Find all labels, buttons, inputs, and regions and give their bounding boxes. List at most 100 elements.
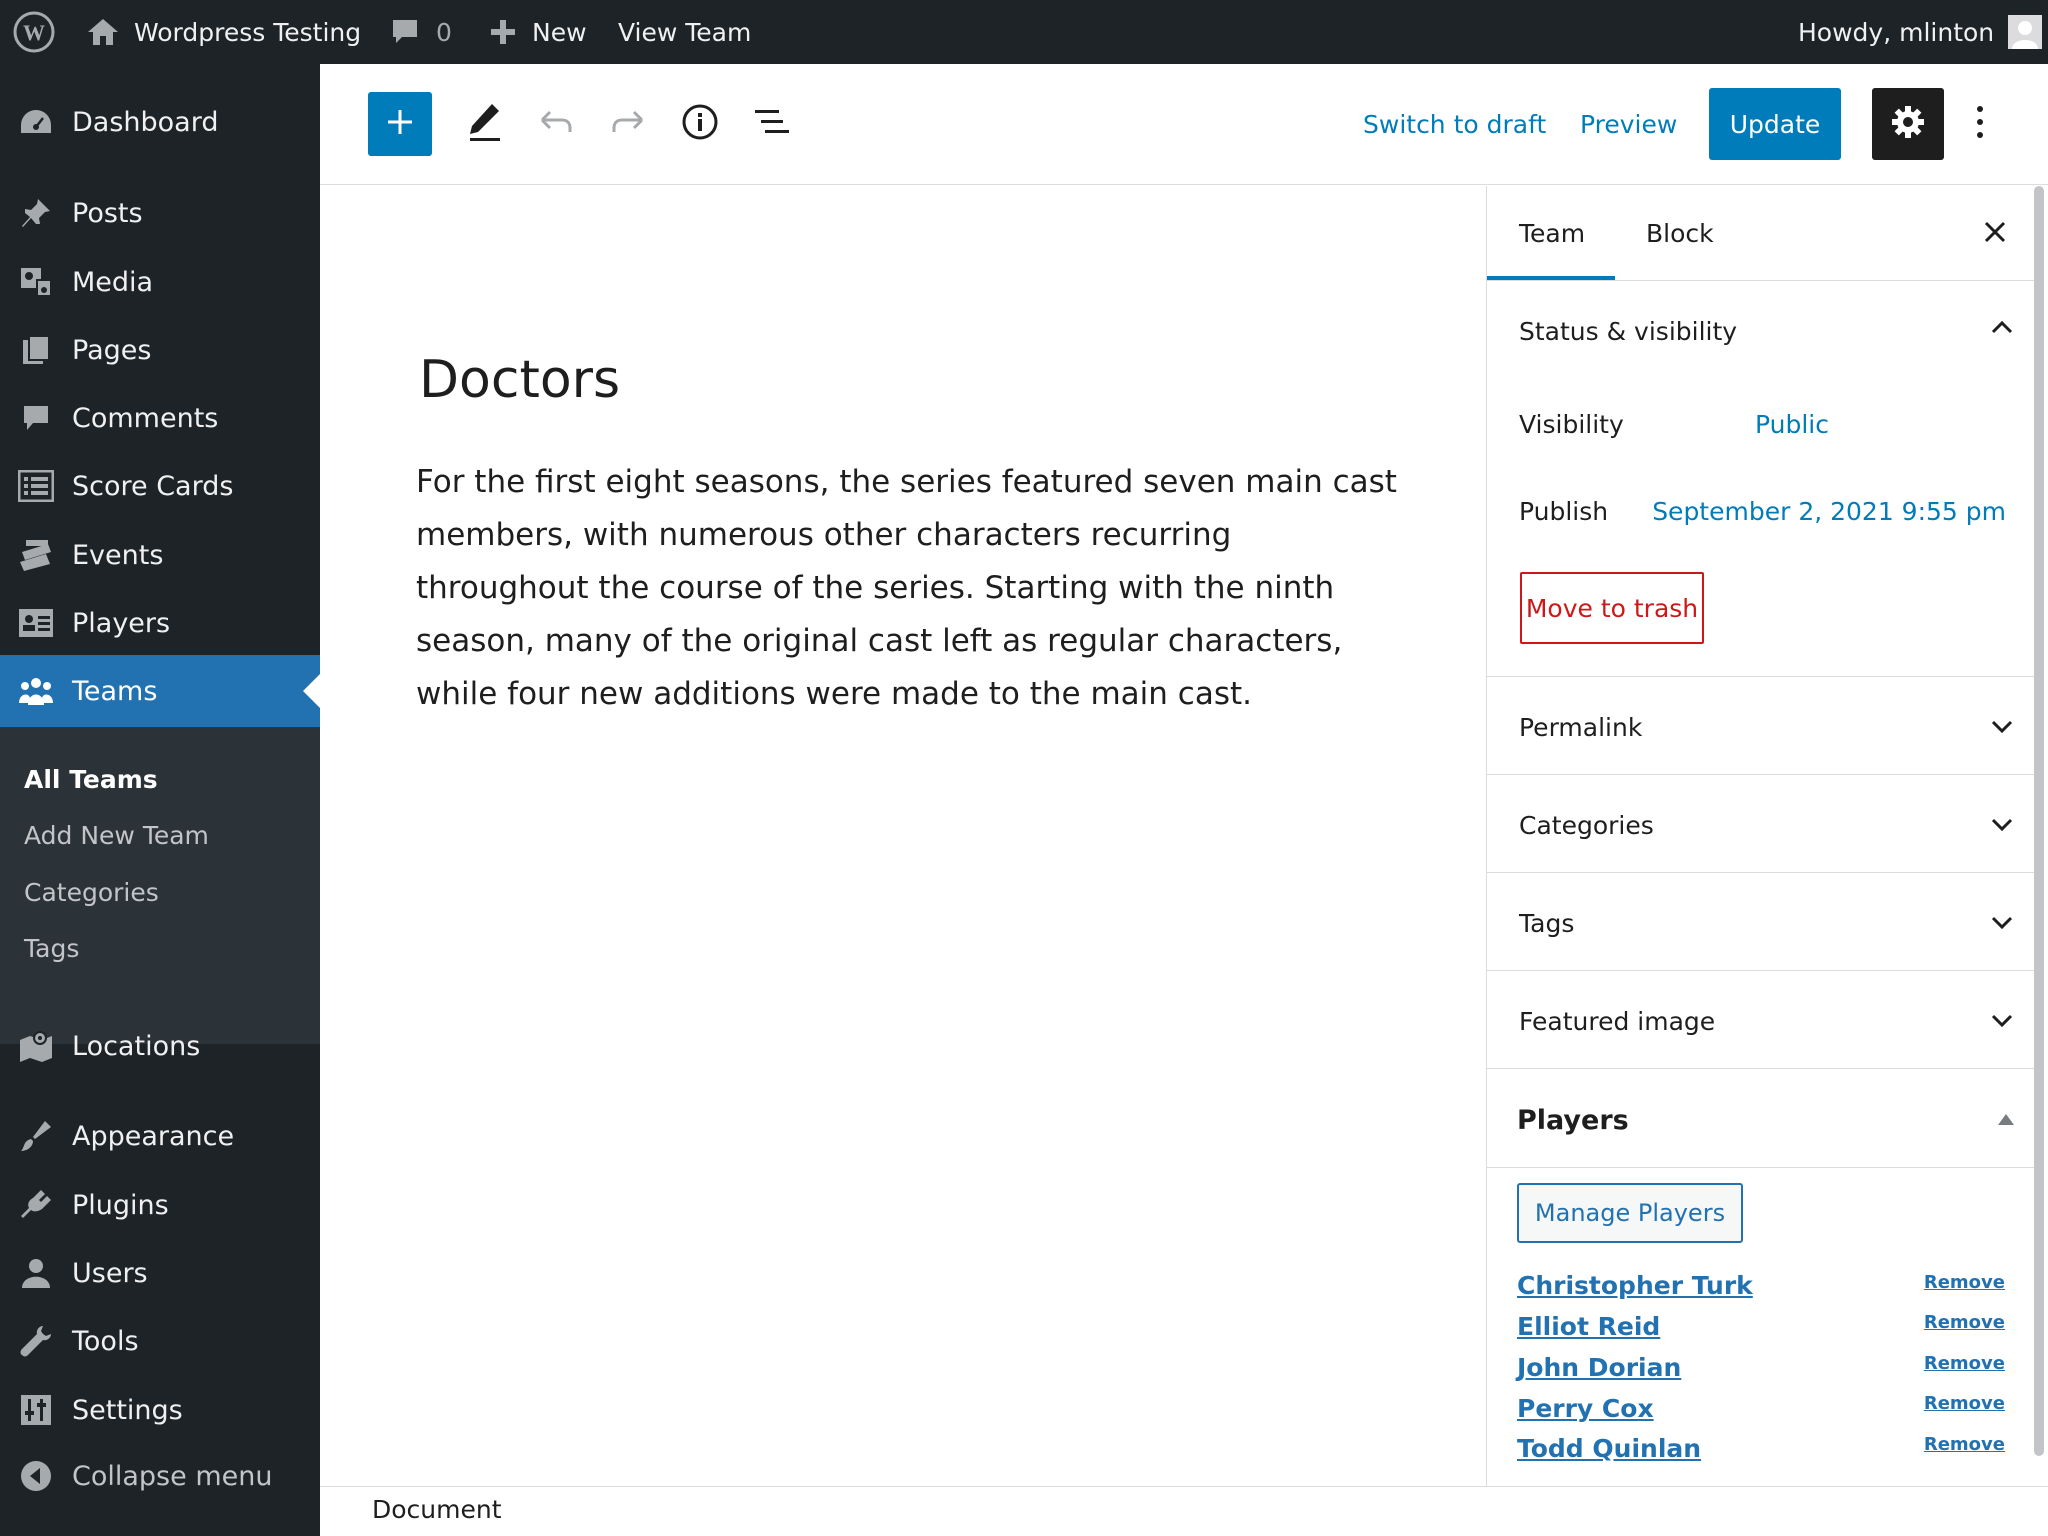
sidebar-item-plugins[interactable]: Plugins: [0, 1173, 320, 1237]
permalink-panel[interactable]: Permalink: [1487, 676, 2039, 774]
admin-sidebar: Dashboard Posts Media Pages Comments Sco…: [0, 64, 320, 1536]
collapse-menu-button[interactable]: Collapse menu: [0, 1444, 320, 1508]
remove-player-link[interactable]: Remove: [1924, 1272, 2005, 1293]
sidebar-item-appearance[interactable]: Appearance: [0, 1104, 320, 1168]
tab-team[interactable]: Team: [1519, 186, 1585, 280]
sidebar-item-tools[interactable]: Tools: [0, 1309, 320, 1373]
submenu-add-new-team[interactable]: Add New Team: [24, 821, 209, 850]
options-button[interactable]: [1960, 100, 2000, 148]
featured-image-panel[interactable]: Featured image: [1487, 970, 2039, 1068]
player-link[interactable]: Perry Cox: [1517, 1394, 1654, 1423]
triangle-up-icon: [1997, 1111, 2015, 1130]
sidebar-item-settings[interactable]: Settings: [0, 1378, 320, 1442]
editor-canvas: Doctors For the first eight seasons, the…: [320, 186, 1486, 1486]
breadcrumb[interactable]: Document: [372, 1495, 502, 1524]
sidebar-item-label: Posts: [72, 197, 143, 229]
undo-icon: [538, 108, 574, 140]
sidebar-item-players[interactable]: Players: [0, 591, 320, 655]
players-metabox-header[interactable]: Players: [1487, 1068, 2039, 1168]
sidebar-item-label: Appearance: [72, 1120, 235, 1152]
sidebar-item-score-cards[interactable]: Score Cards: [0, 454, 320, 518]
sidebar-item-dashboard[interactable]: Dashboard: [0, 90, 320, 154]
new-content-link[interactable]: New: [488, 0, 587, 64]
undo-button[interactable]: [532, 100, 580, 148]
comment-icon: [18, 400, 54, 436]
update-button[interactable]: Update: [1709, 88, 1841, 160]
sidebar-item-media[interactable]: Media: [0, 250, 320, 314]
submenu-all-teams[interactable]: All Teams: [24, 765, 158, 794]
groups-icon: [18, 673, 54, 709]
events-icon: [18, 537, 54, 573]
remove-player-link[interactable]: Remove: [1924, 1353, 2005, 1374]
sidebar-item-events[interactable]: Events: [0, 523, 320, 587]
settings-toggle-button[interactable]: [1872, 88, 1944, 160]
pin-icon: [18, 195, 54, 231]
categories-panel[interactable]: Categories: [1487, 774, 2039, 872]
plus-icon: [386, 108, 414, 140]
move-to-trash-button[interactable]: Move to trash: [1520, 572, 1704, 644]
sidebar-item-teams[interactable]: Teams: [0, 655, 320, 727]
settings-scrollbar[interactable]: [2034, 186, 2044, 1456]
player-link[interactable]: Elliot Reid: [1517, 1312, 1660, 1341]
visibility-value-link[interactable]: Public: [1755, 410, 1829, 439]
comments-link[interactable]: 0: [390, 0, 452, 64]
submenu-tags[interactable]: Tags: [24, 934, 79, 963]
more-vertical-icon: [1976, 105, 1984, 143]
remove-player-link[interactable]: Remove: [1924, 1393, 2005, 1414]
list-view-button[interactable]: [748, 100, 796, 148]
wordpress-logo-icon[interactable]: W: [12, 0, 56, 64]
sidebar-item-label: Collapse menu: [72, 1460, 273, 1492]
sidebar-item-users[interactable]: Users: [0, 1241, 320, 1305]
settings-sidebar: Team Block Status & visibility Visibilit…: [1486, 186, 2039, 1486]
plug-icon: [18, 1187, 54, 1223]
editor-toolbar: Switch to draft Preview Update: [320, 64, 2048, 185]
player-link[interactable]: Christopher Turk: [1517, 1271, 1753, 1300]
remove-player-link[interactable]: Remove: [1924, 1434, 2005, 1455]
tags-panel[interactable]: Tags: [1487, 872, 2039, 970]
post-title[interactable]: Doctors: [419, 350, 620, 410]
sidebar-item-label: Pages: [72, 334, 152, 366]
info-icon: [681, 103, 719, 145]
player-link[interactable]: John Dorian: [1517, 1353, 1681, 1382]
sidebar-item-posts[interactable]: Posts: [0, 181, 320, 245]
tab-block[interactable]: Block: [1646, 186, 1714, 280]
site-name: Wordpress Testing: [134, 17, 362, 47]
pages-icon: [18, 332, 54, 368]
redo-button[interactable]: [604, 100, 652, 148]
paragraph-block[interactable]: For the first eight seasons, the series …: [416, 456, 1406, 721]
site-home-link[interactable]: Wordpress Testing: [86, 0, 361, 64]
current-menu-arrow: [303, 674, 320, 708]
chevron-down-icon: [1991, 817, 2013, 836]
manage-players-button[interactable]: Manage Players: [1517, 1183, 1743, 1243]
sidebar-item-comments[interactable]: Comments: [0, 386, 320, 450]
preview-button[interactable]: Preview: [1580, 88, 1677, 160]
brush-icon: [18, 1118, 54, 1154]
home-icon: [86, 17, 120, 47]
submenu-categories[interactable]: Categories: [24, 878, 159, 907]
remove-player-link[interactable]: Remove: [1924, 1312, 2005, 1333]
add-block-button[interactable]: [368, 92, 432, 156]
tools-button[interactable]: [460, 100, 508, 148]
sidebar-item-locations[interactable]: Locations: [0, 1014, 320, 1078]
panel-title: Featured image: [1519, 1007, 1716, 1036]
close-settings-button[interactable]: [1975, 214, 2015, 254]
switch-to-draft-button[interactable]: Switch to draft: [1363, 88, 1546, 160]
redo-icon: [610, 108, 646, 140]
chevron-down-icon: [1991, 915, 2013, 934]
id-card-icon: [18, 605, 54, 641]
player-link[interactable]: Todd Quinlan: [1517, 1434, 1701, 1463]
sidebar-item-label: Locations: [72, 1030, 201, 1062]
chevron-up-icon[interactable]: [1991, 319, 2013, 338]
view-team-link[interactable]: View Team: [618, 0, 751, 64]
publish-date-link[interactable]: September 2, 2021 9:55 pm: [1652, 497, 2006, 526]
sidebar-item-label: Dashboard: [72, 106, 219, 138]
view-team-label: View Team: [618, 17, 752, 47]
sidebar-item-pages[interactable]: Pages: [0, 318, 320, 382]
details-button[interactable]: [676, 100, 724, 148]
sidebar-item-label: Settings: [72, 1394, 183, 1426]
my-account-link[interactable]: Howdy, mlinton: [1798, 0, 2043, 64]
visibility-label: Visibility: [1519, 410, 1624, 439]
sidebar-item-label: Comments: [72, 402, 219, 434]
status-visibility-toggle[interactable]: Status & visibility: [1519, 317, 1737, 346]
sidebar-item-label: Tools: [72, 1325, 139, 1357]
